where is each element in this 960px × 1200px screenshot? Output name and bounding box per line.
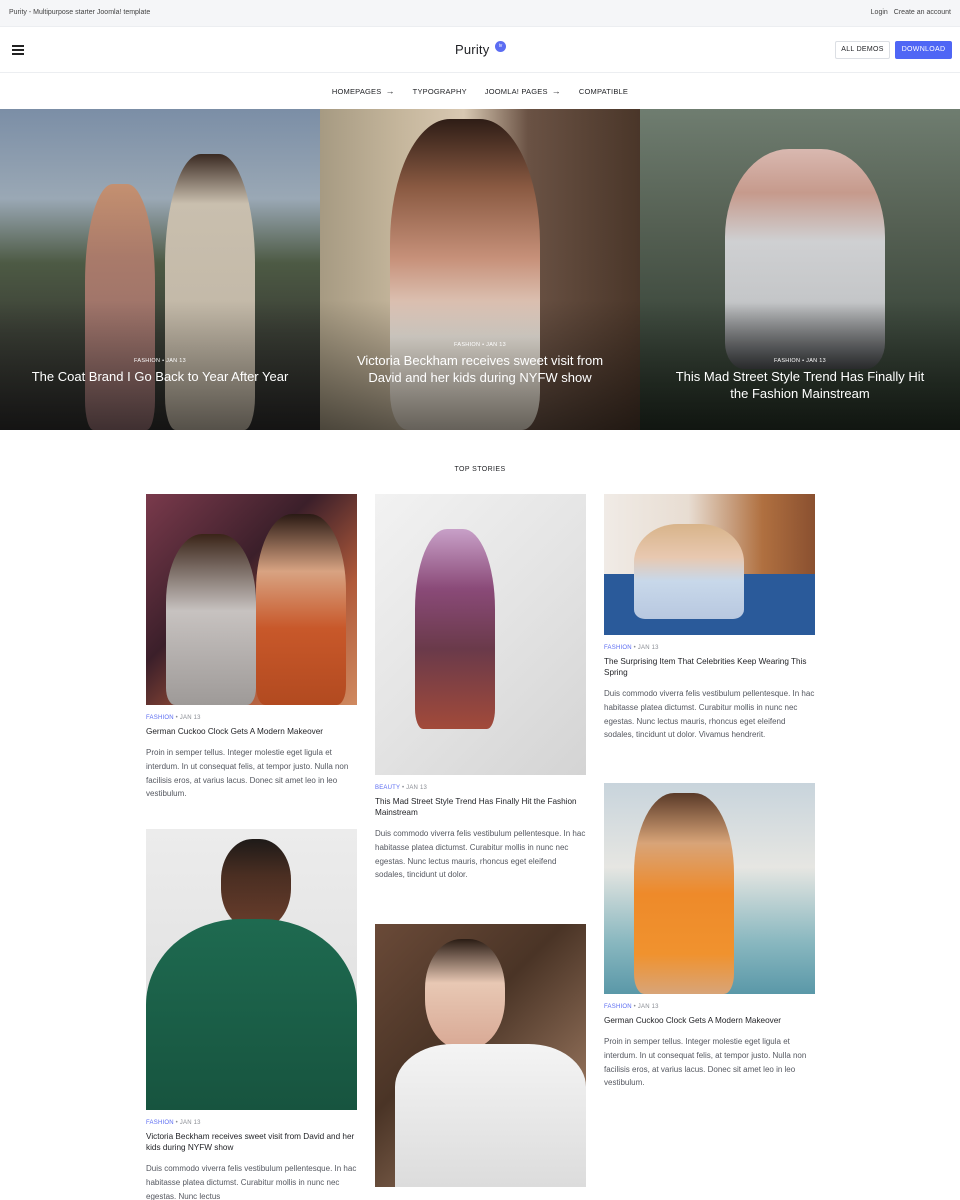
article-meta: BEAUTY • JAN 13	[375, 785, 428, 791]
slide-date: JAN 13	[806, 358, 826, 364]
article-image[interactable]	[375, 924, 586, 1187]
article-category[interactable]: FASHION	[604, 645, 632, 651]
article-meta: FASHION • JAN 13	[146, 1120, 201, 1126]
article-image[interactable]	[146, 829, 357, 1110]
article-category[interactable]: BEAUTY	[375, 785, 400, 791]
arrow-right-icon: →	[551, 86, 561, 96]
article-title[interactable]: This Mad Street Style Trend Has Finally …	[375, 796, 586, 818]
slide-category[interactable]: FASHION	[774, 358, 800, 364]
slide-category[interactable]: FASHION	[134, 358, 160, 364]
version-badge: iv	[495, 41, 506, 52]
article-date: JAN 13	[179, 1120, 201, 1126]
nav-item-typography[interactable]: TYPOGRAPHY	[413, 87, 467, 96]
nav-label: HOMEPAGES	[331, 86, 382, 96]
article-card: FASHION • JAN 13 German Cuckoo Clock Get…	[604, 783, 815, 1090]
article-category[interactable]: FASHION	[604, 1004, 632, 1010]
article-image[interactable]	[146, 494, 357, 705]
download-button[interactable]: DOWNLOAD	[895, 41, 952, 59]
article-excerpt: Proin in semper tellus. Integer molestie…	[604, 1037, 807, 1088]
hero-slide[interactable]: FASHION • JAN 13 The Coat Brand I Go Bac…	[0, 109, 320, 430]
article-excerpt: Duis commodo viverra felis vestibulum pe…	[375, 829, 586, 880]
article-date: JAN 13	[179, 715, 201, 721]
nav-label: COMPATIBLE	[578, 86, 629, 96]
article-card: FASHION • JAN 13 German Cuckoo Clock Get…	[146, 494, 357, 801]
article-meta: FASHION • JAN 13	[604, 645, 659, 651]
nav-label: JOOMLA! PAGES	[484, 86, 548, 96]
article-excerpt: Duis commodo viverra felis vestibulum pe…	[604, 689, 815, 740]
article-title[interactable]: German Cuckoo Clock Gets A Modern Makeov…	[146, 726, 357, 737]
login-link[interactable]: Login	[871, 9, 888, 16]
article-category[interactable]: FASHION	[146, 715, 174, 721]
main-nav: HOMEPAGES → TYPOGRAPHY JOOMLA! PAGES → C…	[0, 73, 960, 109]
hero-slide[interactable]: FASHION • JAN 13 This Mad Street Style T…	[640, 109, 960, 430]
hero-carousel: FASHION • JAN 13 The Coat Brand I Go Bac…	[0, 109, 960, 430]
article-title[interactable]: German Cuckoo Clock Gets A Modern Makeov…	[604, 1015, 815, 1026]
article-meta: FASHION • JAN 13	[604, 1004, 659, 1010]
site-header: Purity iv ALL DEMOS DOWNLOAD	[0, 27, 960, 73]
arrow-right-icon: →	[385, 86, 395, 96]
account-links: Login Create an account	[871, 9, 951, 16]
slide-date: JAN 13	[166, 358, 186, 364]
site-logo[interactable]: Purity	[455, 42, 489, 57]
slide-meta: FASHION • JAN 13	[134, 358, 186, 364]
article-meta: FASHION • JAN 13	[146, 715, 201, 721]
article-image[interactable]	[604, 494, 815, 635]
hero-slide[interactable]: FASHION • JAN 13 Victoria Beckham receiv…	[320, 109, 640, 430]
top-bar: Purity - Multipurpose starter Joomla! te…	[0, 0, 960, 27]
nav-label: TYPOGRAPHY	[412, 86, 467, 96]
nav-item-compatible[interactable]: COMPATIBLE	[579, 87, 628, 96]
site-tagline: Purity - Multipurpose starter Joomla! te…	[9, 9, 151, 16]
create-account-link[interactable]: Create an account	[894, 9, 951, 16]
article-excerpt: Proin in semper tellus. Integer molestie…	[146, 748, 349, 799]
slide-category[interactable]: FASHION	[454, 342, 480, 348]
article-card	[375, 924, 586, 1187]
slide-title[interactable]: The Coat Brand I Go Back to Year After Y…	[30, 369, 290, 386]
article-image[interactable]	[375, 494, 586, 775]
article-date: JAN 13	[637, 1004, 659, 1010]
article-card: BEAUTY • JAN 13 This Mad Street Style Tr…	[375, 494, 586, 882]
article-image[interactable]	[604, 783, 815, 994]
all-demos-button[interactable]: ALL DEMOS	[835, 41, 890, 59]
slide-title[interactable]: This Mad Street Style Trend Has Finally …	[670, 369, 930, 402]
slide-date: JAN 13	[486, 342, 506, 348]
hamburger-menu-icon[interactable]	[12, 45, 24, 55]
article-date: JAN 13	[637, 645, 659, 651]
nav-item-joomla-pages[interactable]: JOOMLA! PAGES →	[485, 86, 561, 96]
article-category[interactable]: FASHION	[146, 1120, 174, 1126]
article-card: FASHION • JAN 13 Victoria Beckham receiv…	[146, 829, 357, 1200]
article-card: FASHION • JAN 13 The Surprising Item Tha…	[604, 494, 815, 742]
article-title[interactable]: The Surprising Item That Celebrities Kee…	[604, 656, 815, 678]
nav-item-homepages[interactable]: HOMEPAGES →	[332, 86, 395, 96]
slide-meta: FASHION • JAN 13	[774, 358, 826, 364]
slide-meta: FASHION • JAN 13	[454, 342, 506, 348]
section-title: TOP STORIES	[454, 466, 506, 473]
article-date: JAN 13	[406, 785, 428, 791]
article-excerpt: Duis commodo viverra felis vestibulum pe…	[146, 1164, 357, 1200]
slide-title[interactable]: Victoria Beckham receives sweet visit fr…	[350, 353, 610, 386]
article-title[interactable]: Victoria Beckham receives sweet visit fr…	[146, 1131, 357, 1153]
